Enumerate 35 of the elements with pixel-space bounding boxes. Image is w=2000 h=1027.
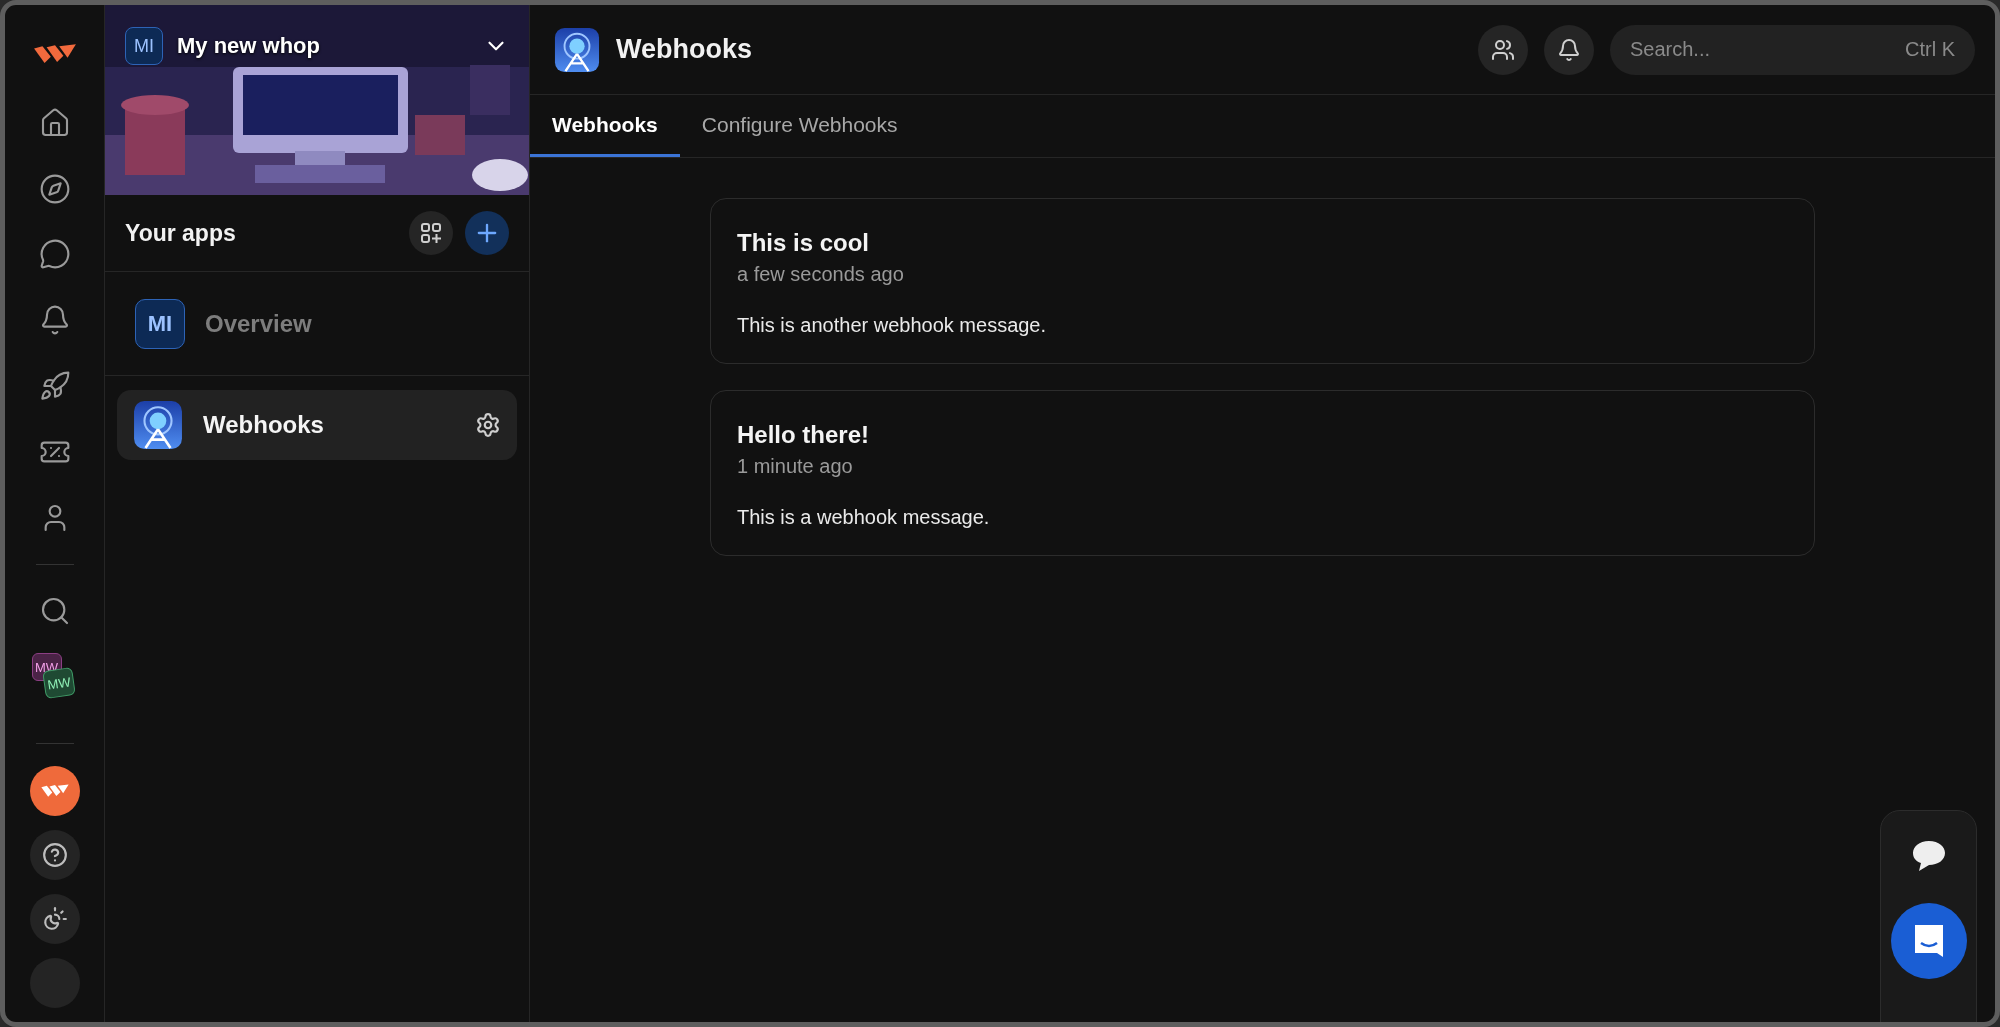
settings-icon: [475, 412, 501, 438]
grid-plus-icon: [420, 222, 442, 244]
message-time: 1 minute ago: [737, 455, 854, 478]
message-title: This is cool: [737, 229, 871, 257]
help-icon: [41, 842, 68, 868]
section-title: Your apps: [125, 219, 237, 247]
company-avatar: MI: [135, 298, 185, 349]
tower-icon: [554, 26, 600, 73]
add-button[interactable]: [465, 211, 509, 255]
message-time: a few seconds ago: [737, 263, 905, 286]
message-body: This is a webhook message.: [737, 506, 991, 529]
sidebar-item[interactable]: Webhooks: [117, 390, 517, 460]
sun-moon-icon: [41, 906, 68, 932]
tab[interactable]: Configure Webhooks: [679, 95, 920, 157]
tab[interactable]: Webhooks: [530, 95, 680, 157]
rocket-icon: [38, 370, 71, 403]
help-button[interactable]: [29, 830, 80, 880]
shortcut-hint: Ctrl K: [1905, 37, 1955, 61]
message-title: Hello there!: [737, 421, 871, 449]
company-avatar: MI: [125, 27, 163, 65]
message-body: This is another webhook message.: [737, 314, 1048, 337]
tower-icon: [133, 400, 183, 450]
speech-bubble-icon[interactable]: [1910, 839, 1947, 873]
bell-icon: [1557, 37, 1581, 62]
notifications-button[interactable]: [1544, 24, 1594, 75]
whop-button[interactable]: [29, 766, 80, 816]
chat-icon: [38, 238, 71, 271]
sidebar-item[interactable]: MI Overview: [119, 288, 515, 359]
app-store-button[interactable]: [409, 211, 453, 255]
members-button[interactable]: [1478, 24, 1528, 75]
company-name[interactable]: My new whop: [177, 33, 469, 59]
users-icon: [1491, 37, 1515, 62]
page-title: Webhooks: [616, 34, 753, 65]
theme-button[interactable]: [29, 894, 80, 944]
compass-icon: [38, 172, 71, 205]
